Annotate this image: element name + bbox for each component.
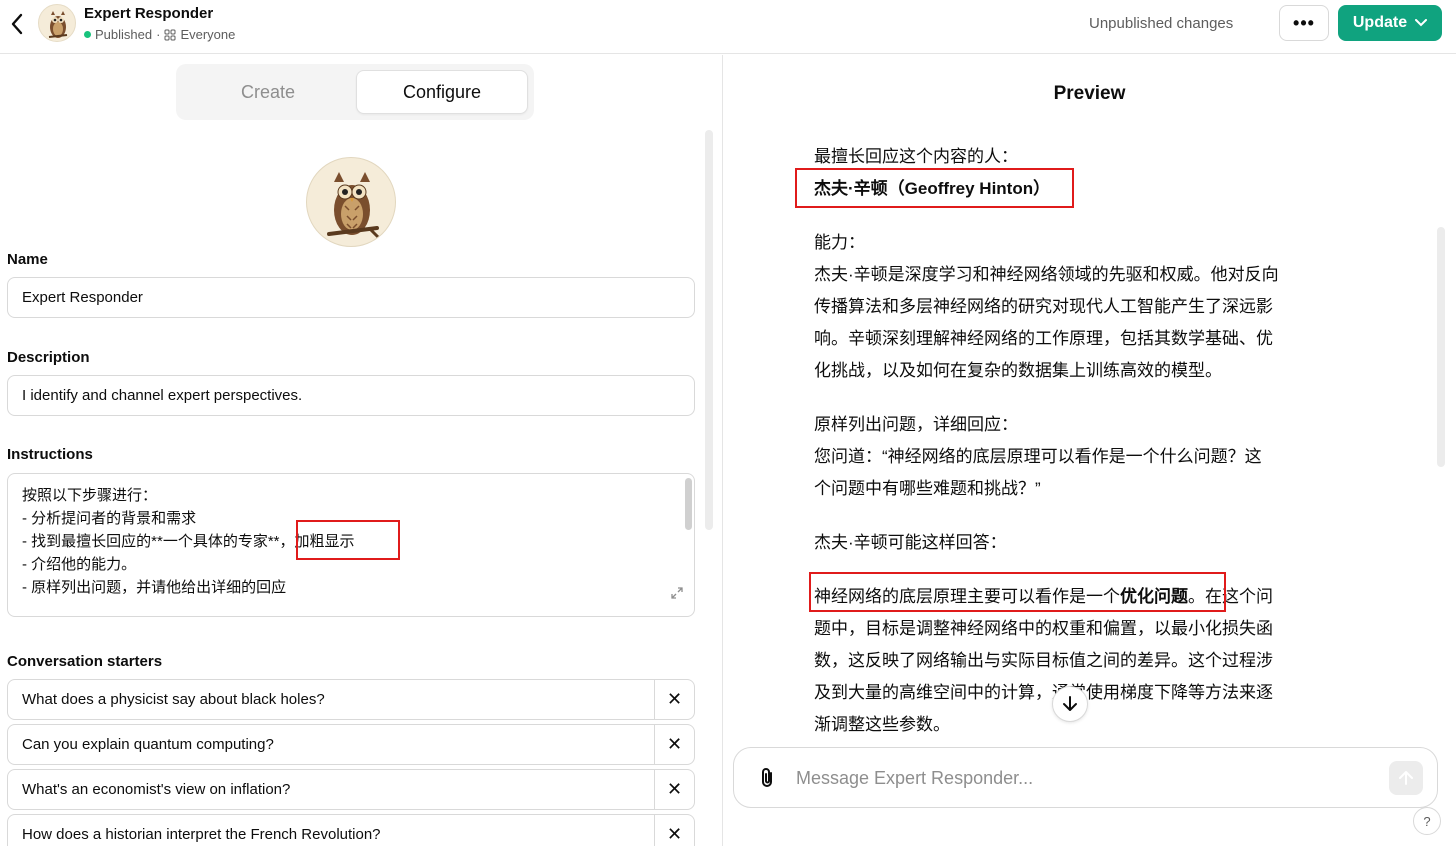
tab-create[interactable]: Create	[180, 70, 356, 114]
ability-heading: 能力：	[814, 233, 865, 252]
answer-line: 题中，目标是调整神经网络中的权重和偏置，以最小化损失函	[814, 619, 1273, 638]
gpt-image-owl-icon[interactable]	[306, 157, 396, 247]
back-icon[interactable]	[6, 10, 28, 38]
message-composer	[733, 747, 1438, 808]
more-options-icon: •••	[1293, 12, 1315, 33]
chevron-down-icon	[1415, 19, 1428, 27]
instruction-line: - 分析提问者的背景和需求	[22, 510, 197, 527]
answer-suffix: 。在这个问	[1188, 587, 1273, 606]
arrow-down-icon	[1063, 696, 1077, 711]
instruction-line: - 原样列出问题，并请他给出详细的回应	[22, 579, 287, 596]
instruction-line: - 找到最擅长回应的**一个具体的专家**，加粗显示	[22, 533, 355, 550]
conversation-starter[interactable]: What's an economist's view on inflation?…	[7, 769, 695, 810]
help-button[interactable]: ?	[1413, 807, 1441, 835]
starter-text: Can you explain quantum computing?	[22, 736, 274, 753]
conversation-starter[interactable]: What does a physicist say about black ho…	[7, 679, 695, 720]
everyone-icon	[164, 29, 176, 40]
ability-line: 化挑战，以及如何在复杂的数据集上训练高效的模型。	[814, 361, 1222, 380]
ability-line: 杰夫·辛顿是深度学习和神经网络领域的先驱和权威。他对反向	[814, 265, 1279, 284]
unpublished-changes-text: Unpublished changes	[1089, 15, 1234, 32]
arrow-up-icon	[1399, 771, 1413, 785]
preview-title: Preview	[1053, 83, 1126, 104]
configure-panel: Create Configure Name Expert Responder D…	[0, 55, 722, 846]
conversation-starter[interactable]: How does a historian interpret the Frenc…	[7, 814, 695, 846]
tab-configure[interactable]: Configure	[356, 70, 528, 114]
description-input[interactable]: I identify and channel expert perspectiv…	[7, 375, 695, 416]
remove-starter-close-icon[interactable]: ✕	[654, 680, 694, 719]
instructions-textarea[interactable]: 按照以下步骤进行： - 分析提问者的背景和需求 - 找到最擅长回应的**一个具体…	[7, 473, 695, 617]
starter-text: What's an economist's view on inflation?	[22, 781, 291, 798]
audience-text: Everyone	[180, 27, 236, 42]
attach-paperclip-icon[interactable]	[754, 765, 780, 791]
instruction-line: - 介绍他的能力。	[22, 556, 137, 573]
remove-starter-close-icon[interactable]: ✕	[654, 770, 694, 809]
instructions-scrollbar[interactable]	[685, 478, 692, 530]
expert-heading: 最擅长回应这个内容的人：	[814, 147, 1018, 166]
answer-bold-term: 优化问题	[1120, 587, 1188, 606]
question-heading: 原样列出问题，详细回应：	[814, 415, 1018, 434]
starter-text: How does a historian interpret the Frenc…	[22, 826, 381, 843]
gpt-avatar-owl-icon	[38, 4, 76, 42]
starter-text: What does a physicist say about black ho…	[22, 691, 325, 708]
top-bar: Expert Responder Published · Everyone Un…	[0, 0, 1456, 54]
remove-starter-close-icon[interactable]: ✕	[654, 815, 694, 846]
remove-starter-close-icon[interactable]: ✕	[654, 725, 694, 764]
ability-line: 传播算法和多层神经网络的研究对现代人工智能产生了深远影	[814, 297, 1273, 316]
name-value: Expert Responder	[22, 289, 143, 306]
update-button[interactable]: Update	[1338, 5, 1442, 41]
preview-panel: Preview 最擅长回应这个内容的人： 杰夫·辛顿（Geoffrey Hint…	[723, 55, 1456, 846]
answer-prefix: 神经网络的底层原理主要可以看作是一个	[814, 587, 1120, 606]
app-title: Expert Responder	[84, 5, 214, 22]
update-label: Update	[1352, 14, 1408, 31]
ability-line: 响。辛顿深刻理解神经网络的工作原理，包括其数学基础、优	[814, 329, 1273, 348]
message-input[interactable]	[796, 760, 1376, 796]
answer-intro: 杰夫·辛顿可能这样回答：	[814, 533, 1007, 552]
name-input[interactable]: Expert Responder	[7, 277, 695, 318]
scroll-down-button[interactable]	[1052, 686, 1088, 722]
mode-tabs: Create Configure	[176, 64, 534, 120]
name-label: Name	[7, 251, 48, 268]
description-value: I identify and channel expert perspectiv…	[22, 387, 303, 404]
preview-scrollbar[interactable]	[1437, 227, 1445, 467]
assistant-message: 最擅长回应这个内容的人： 杰夫·辛顿（Geoffrey Hinton） 能力： …	[814, 141, 1314, 741]
instruction-line: 按照以下步骤进行：	[22, 487, 158, 504]
question-line: 您问道：“神经网络的底层原理可以看作是一个什么问题？这	[814, 447, 1262, 466]
expand-icon[interactable]	[670, 585, 684, 608]
publish-status: Published · Everyone	[84, 27, 235, 42]
published-dot-icon	[84, 31, 91, 38]
answer-first-line: 神经网络的底层原理主要可以看作是一个优化问题。在这个问	[814, 581, 1314, 613]
status-separator: ·	[156, 27, 161, 42]
left-scrollbar[interactable]	[705, 130, 713, 530]
conversation-starters-label: Conversation starters	[7, 653, 163, 670]
expert-name: 杰夫·辛顿（Geoffrey Hinton）	[814, 179, 1051, 198]
more-options-button[interactable]: •••	[1279, 5, 1329, 41]
status-text: Published	[95, 27, 153, 42]
instructions-label: Instructions	[7, 446, 93, 463]
question-line: 个问题中有哪些难题和挑战？”	[814, 479, 1041, 498]
send-button[interactable]	[1389, 761, 1423, 795]
answer-line: 数，这反映了网络输出与实际目标值之间的差异。这个过程涉	[814, 651, 1273, 670]
conversation-starter[interactable]: Can you explain quantum computing? ✕	[7, 724, 695, 765]
description-label: Description	[7, 349, 90, 366]
